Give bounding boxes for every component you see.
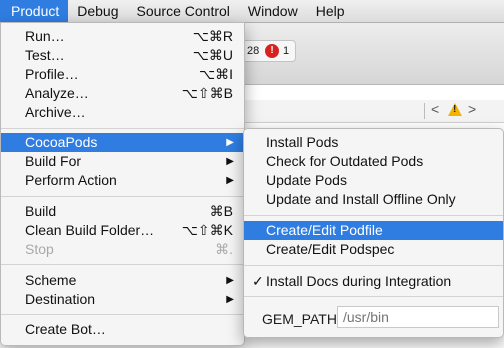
jump-bar-divider: [424, 103, 425, 119]
submenu-arrow-icon: ▶: [226, 156, 234, 167]
menu-item-install-docs[interactable]: ✓ Install Docs during Integration: [244, 272, 503, 291]
menu-product[interactable]: Product: [0, 0, 69, 22]
menu-bar: Product Debug Source Control Window Help: [0, 0, 504, 23]
menu-item-label: Create/Edit Podspec: [266, 241, 395, 257]
menu-item-create-edit-podspec[interactable]: Create/Edit Podspec: [244, 240, 503, 259]
menu-item-build-for[interactable]: Build For ▶: [1, 152, 244, 171]
menu-item-label: Install Docs during Integration: [266, 273, 452, 289]
menu-item-destination[interactable]: Destination ▶: [1, 290, 244, 309]
menu-item-label: Update Pods: [266, 172, 347, 188]
menu-item-create-bot[interactable]: Create Bot…: [1, 320, 244, 339]
menu-item-scheme[interactable]: Scheme ▶: [1, 271, 244, 290]
menu-item-perform-action[interactable]: Perform Action ▶: [1, 171, 244, 190]
shortcut-label: ⌥⇧⌘K: [181, 222, 233, 238]
product-menu: Run… ⌥⌘R Test… ⌥⌘U Profile… ⌥⌘I Analyze……: [0, 22, 245, 346]
warning-icon-mark: !: [453, 104, 457, 115]
menu-item-cocoapods[interactable]: CocoaPods ▶: [1, 133, 244, 152]
menu-item-update-pods[interactable]: Update Pods: [244, 171, 503, 190]
forward-chevron-icon[interactable]: >: [468, 101, 476, 117]
menu-item-archive[interactable]: Archive…: [1, 103, 244, 122]
back-chevron-icon[interactable]: <: [431, 101, 439, 117]
menu-item-label: Stop: [25, 241, 54, 257]
error-icon: !: [265, 44, 279, 58]
menu-item-label: Update and Install Offline Only: [266, 191, 456, 207]
menu-item-create-edit-podfile[interactable]: Create/Edit Podfile: [244, 221, 503, 240]
menu-item-check-outdated-pods[interactable]: Check for Outdated Pods: [244, 152, 503, 171]
menu-separator: [1, 314, 244, 315]
menu-separator: [244, 296, 503, 297]
menu-separator: [1, 196, 244, 197]
cocoapods-submenu: Install Pods Check for Outdated Pods Upd…: [243, 128, 504, 338]
menu-item-label: Run…: [25, 28, 65, 44]
gem-path-input[interactable]: [337, 306, 499, 328]
menu-item-label: Build For: [25, 153, 82, 169]
menu-item-test[interactable]: Test… ⌥⌘U: [1, 46, 244, 65]
menu-separator: [244, 215, 503, 216]
menu-item-build[interactable]: Build ⌘B: [1, 202, 244, 221]
menu-debug[interactable]: Debug: [68, 0, 127, 22]
menu-item-update-install-offline[interactable]: Update and Install Offline Only: [244, 190, 503, 209]
menu-item-label: Build: [25, 203, 57, 219]
submenu-arrow-icon: ▶: [226, 137, 234, 148]
shortcut-label: ⌘B: [209, 203, 233, 219]
menu-item-label: Profile…: [25, 66, 79, 82]
checkmark-icon: ✓: [252, 273, 264, 289]
menu-item-label: Perform Action: [25, 172, 117, 188]
menu-help[interactable]: Help: [307, 0, 354, 22]
menu-item-label: Install Pods: [266, 134, 339, 150]
shortcut-label: ⌥⌘R: [192, 28, 233, 44]
menu-item-label: Clean Build Folder…: [25, 222, 155, 238]
menu-item-label: Create/Edit Podfile: [266, 222, 383, 238]
menu-item-analyze[interactable]: Analyze… ⌥⇧⌘B: [1, 84, 244, 103]
menu-item-label: Create Bot…: [25, 321, 106, 337]
menu-item-clean-build-folder[interactable]: Clean Build Folder… ⌥⇧⌘K: [1, 221, 244, 240]
menu-source-control[interactable]: Source Control: [128, 0, 239, 22]
menu-item-label: Archive…: [25, 104, 86, 120]
shortcut-label: ⌥⇧⌘B: [181, 85, 233, 101]
error-count: 1: [283, 45, 290, 57]
submenu-arrow-icon: ▶: [226, 294, 234, 305]
gem-path-label: GEM_PATH:: [262, 311, 341, 327]
menu-item-run[interactable]: Run… ⌥⌘R: [1, 27, 244, 46]
menu-item-label: Scheme: [25, 272, 77, 288]
menu-separator: [244, 265, 503, 266]
menu-window[interactable]: Window: [239, 0, 307, 22]
menu-separator: [1, 128, 244, 129]
menu-item-label: Test…: [25, 47, 65, 63]
gem-path-row: GEM_PATH:: [244, 306, 503, 330]
warning-count: 28: [247, 45, 260, 57]
menu-item-label: CocoaPods: [25, 134, 98, 150]
menu-item-stop: Stop ⌘.: [1, 240, 244, 259]
menu-item-install-pods[interactable]: Install Pods: [244, 133, 503, 152]
shortcut-label: ⌥⌘I: [198, 66, 233, 82]
menu-item-label: Check for Outdated Pods: [266, 153, 424, 169]
submenu-arrow-icon: ▶: [226, 275, 234, 286]
submenu-arrow-icon: ▶: [226, 175, 234, 186]
menu-item-profile[interactable]: Profile… ⌥⌘I: [1, 65, 244, 84]
shortcut-label: ⌥⌘U: [192, 47, 233, 63]
menu-item-label: Destination: [25, 291, 96, 307]
shortcut-label: ⌘.: [215, 241, 233, 257]
menu-item-label: Analyze…: [25, 85, 89, 101]
menu-separator: [1, 264, 244, 265]
